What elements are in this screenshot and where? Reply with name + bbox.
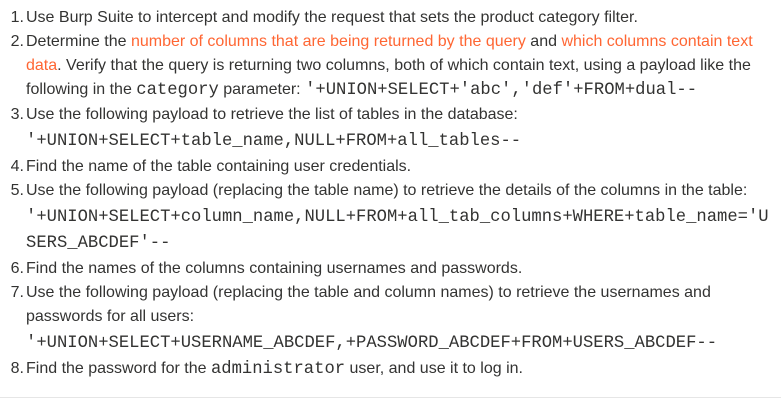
step-text-pre: Determine the — [26, 33, 131, 50]
step-number: 2 — [8, 30, 24, 54]
step-5: 5Use the following payload (replacing th… — [11, 179, 778, 257]
solution-steps-list: 1Use Burp Suite to intercept and modify … — [11, 6, 778, 382]
step-text-post2: parameter: — [218, 81, 306, 98]
step-3: 3Use the following payload to retrieve t… — [11, 103, 778, 155]
payload-code-block: '+UNION+SELECT+column_name,NULL+FROM+all… — [26, 208, 769, 253]
step-text-pre: Find the password for the — [26, 360, 211, 377]
category-parameter-code: category — [136, 81, 219, 100]
column-count-link[interactable]: number of columns that are being returne… — [131, 33, 526, 50]
payload-code-block: '+UNION+SELECT+table_name,NULL+FROM+all_… — [26, 132, 522, 151]
step-text: Use Burp Suite to intercept and modify t… — [26, 9, 638, 26]
step-4: 4Find the name of the table containing u… — [11, 155, 778, 179]
step-8: 8Find the password for the administrator… — [11, 357, 778, 382]
step-number: 7 — [8, 281, 24, 305]
step-text-mid: and — [525, 33, 562, 50]
step-number: 6 — [8, 257, 24, 281]
step-text: Use the following payload (replacing the… — [26, 284, 711, 325]
step-text: Use the following payload (replacing the… — [26, 182, 748, 199]
payload-code-block: '+UNION+SELECT+USERNAME_ABCDEF,+PASSWORD… — [26, 334, 718, 353]
administrator-username-code: administrator — [210, 360, 346, 379]
step-text: Use the following payload to retrieve th… — [26, 106, 518, 123]
step-6: 6Find the names of the columns containin… — [11, 257, 778, 281]
step-number: 3 — [8, 103, 24, 127]
step-number: 5 — [8, 179, 24, 203]
payload-code: '+UNION+SELECT+'abc','def'+FROM+dual-- — [305, 81, 698, 100]
step-7: 7Use the following payload (replacing th… — [11, 281, 778, 357]
step-text: Find the name of the table containing us… — [26, 158, 412, 175]
step-number: 1 — [8, 6, 24, 30]
step-text: Find the names of the columns containing… — [26, 260, 523, 277]
step-number: 4 — [8, 155, 24, 179]
step-text-post: user, and use it to log in. — [345, 360, 523, 377]
step-2: 2Determine the number of columns that ar… — [11, 30, 778, 103]
bottom-divider — [0, 397, 781, 398]
step-number: 8 — [8, 357, 24, 381]
step-1: 1Use Burp Suite to intercept and modify … — [11, 6, 778, 30]
